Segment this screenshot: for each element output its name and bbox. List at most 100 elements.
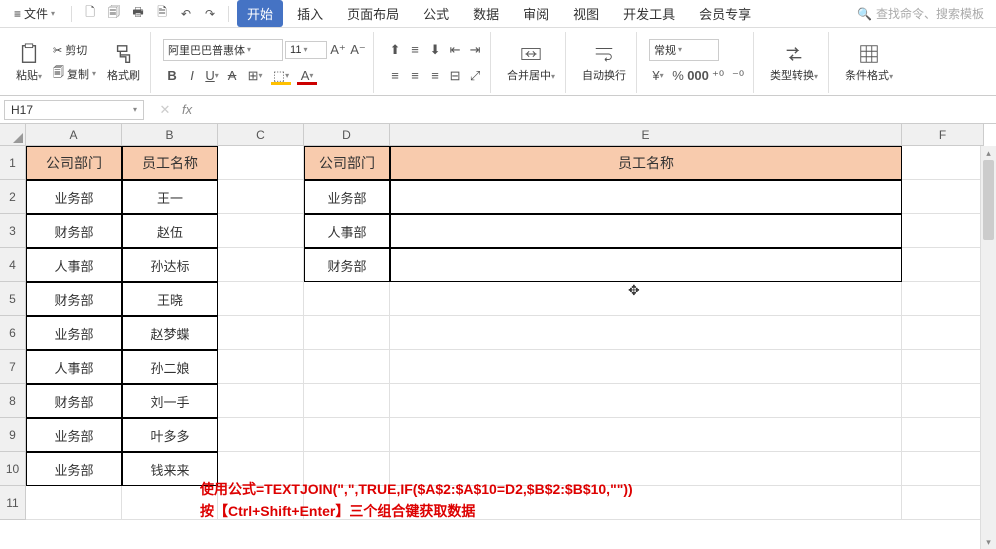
underline-icon[interactable]: U▾: [203, 67, 221, 85]
decrease-decimal-icon[interactable]: ⁻⁰: [729, 67, 747, 85]
cell[interactable]: [902, 214, 984, 248]
align-left-icon[interactable]: ≡: [386, 67, 404, 85]
align-top-icon[interactable]: ⬆: [386, 41, 404, 59]
cell[interactable]: [218, 282, 304, 316]
cancel-icon[interactable]: ✕: [156, 101, 174, 119]
font-color-icon[interactable]: A▾: [295, 67, 319, 85]
column-header[interactable]: C: [218, 124, 304, 146]
cell[interactable]: [390, 418, 902, 452]
cut-button[interactable]: ✂剪切: [50, 40, 99, 60]
cell[interactable]: [390, 180, 902, 214]
cell[interactable]: 王晓: [122, 282, 218, 316]
column-header[interactable]: D: [304, 124, 390, 146]
cell[interactable]: [902, 316, 984, 350]
vertical-scrollbar[interactable]: ▴ ▾: [980, 146, 996, 549]
merge-button[interactable]: 合并居中▾: [503, 41, 559, 85]
format-painter-button[interactable]: 格式刷: [103, 41, 144, 85]
comma-icon[interactable]: 000: [689, 67, 707, 85]
cell[interactable]: [218, 248, 304, 282]
fill-color-icon[interactable]: ⬚▾: [269, 67, 293, 85]
type-convert-button[interactable]: 类型转换▾: [766, 41, 822, 85]
cell[interactable]: 业务部: [26, 418, 122, 452]
percent-icon[interactable]: %: [669, 67, 687, 85]
cell[interactable]: [390, 316, 902, 350]
cell[interactable]: [902, 248, 984, 282]
cell[interactable]: [390, 282, 902, 316]
decrease-font-icon[interactable]: A⁻: [349, 41, 367, 59]
indent-right-icon[interactable]: ⇥: [466, 41, 484, 59]
cell[interactable]: [218, 180, 304, 214]
cell[interactable]: 人事部: [304, 214, 390, 248]
cell[interactable]: 王一: [122, 180, 218, 214]
cell[interactable]: 孙二娘: [122, 350, 218, 384]
align-bottom-icon[interactable]: ⬇: [426, 41, 444, 59]
cell[interactable]: [218, 418, 304, 452]
save-as-icon[interactable]: 🗐: [104, 4, 124, 24]
cell[interactable]: 员工名称: [122, 146, 218, 180]
cell[interactable]: [218, 146, 304, 180]
cell[interactable]: [26, 486, 122, 520]
row-header[interactable]: 7: [0, 350, 26, 384]
column-header[interactable]: E: [390, 124, 902, 146]
tab-layout[interactable]: 页面布局: [337, 0, 409, 27]
row-header[interactable]: 1: [0, 146, 26, 180]
row-header[interactable]: 4: [0, 248, 26, 282]
cell[interactable]: 业务部: [26, 316, 122, 350]
row-header[interactable]: 11: [0, 486, 26, 520]
cell[interactable]: [390, 384, 902, 418]
cell[interactable]: [390, 350, 902, 384]
tab-formula[interactable]: 公式: [413, 0, 459, 27]
cell[interactable]: 业务部: [26, 180, 122, 214]
wrap-button[interactable]: 自动换行: [578, 41, 630, 85]
cell[interactable]: 公司部门: [304, 146, 390, 180]
cell[interactable]: [902, 350, 984, 384]
align-middle-icon[interactable]: ≡: [406, 41, 424, 59]
tab-insert[interactable]: 插入: [287, 0, 333, 27]
tab-member[interactable]: 会员专享: [689, 0, 761, 27]
distribute-icon[interactable]: ⊟: [446, 67, 464, 85]
cell[interactable]: [902, 418, 984, 452]
cell[interactable]: 赵梦蝶: [122, 316, 218, 350]
row-header[interactable]: 8: [0, 384, 26, 418]
redo-icon[interactable]: ↷: [200, 4, 220, 24]
scrollbar-thumb[interactable]: [983, 160, 994, 240]
cell[interactable]: 员工名称: [390, 146, 902, 180]
cell[interactable]: [902, 384, 984, 418]
tab-dev[interactable]: 开发工具: [613, 0, 685, 27]
select-all-corner[interactable]: [0, 124, 26, 146]
font-name-select[interactable]: 阿里巴巴普惠体▾: [163, 39, 283, 61]
cond-format-button[interactable]: 条件格式▾: [841, 41, 897, 85]
cell[interactable]: 财务部: [26, 282, 122, 316]
fx-icon[interactable]: fx: [182, 102, 192, 117]
column-header[interactable]: A: [26, 124, 122, 146]
cell[interactable]: 业务部: [26, 452, 122, 486]
paste-button[interactable]: 粘贴▾: [12, 41, 46, 85]
cell[interactable]: 财务部: [26, 214, 122, 248]
row-header[interactable]: 3: [0, 214, 26, 248]
cell[interactable]: 刘一手: [122, 384, 218, 418]
cell[interactable]: [902, 486, 984, 520]
cell[interactable]: [218, 214, 304, 248]
print-icon[interactable]: 🖶: [128, 4, 148, 24]
align-right-icon[interactable]: ≡: [426, 67, 444, 85]
tab-start[interactable]: 开始: [237, 0, 283, 27]
cell[interactable]: 财务部: [26, 384, 122, 418]
undo-icon[interactable]: ↶: [176, 4, 196, 24]
tab-view[interactable]: 视图: [563, 0, 609, 27]
cell[interactable]: [218, 350, 304, 384]
bold-icon[interactable]: B: [163, 67, 181, 85]
copy-button[interactable]: 🗐复制▾: [50, 62, 99, 85]
cell[interactable]: [218, 384, 304, 418]
increase-decimal-icon[interactable]: ⁺⁰: [709, 67, 727, 85]
cell[interactable]: [304, 384, 390, 418]
orientation-icon[interactable]: ⤢: [466, 67, 484, 85]
cell[interactable]: 业务部: [304, 180, 390, 214]
file-menu[interactable]: ≡文件▾: [6, 2, 63, 25]
cell[interactable]: 叶多多: [122, 418, 218, 452]
cell[interactable]: 人事部: [26, 350, 122, 384]
indent-left-icon[interactable]: ⇤: [446, 41, 464, 59]
cell[interactable]: [218, 316, 304, 350]
cell[interactable]: 孙达标: [122, 248, 218, 282]
cell[interactable]: [902, 180, 984, 214]
cell[interactable]: [902, 452, 984, 486]
